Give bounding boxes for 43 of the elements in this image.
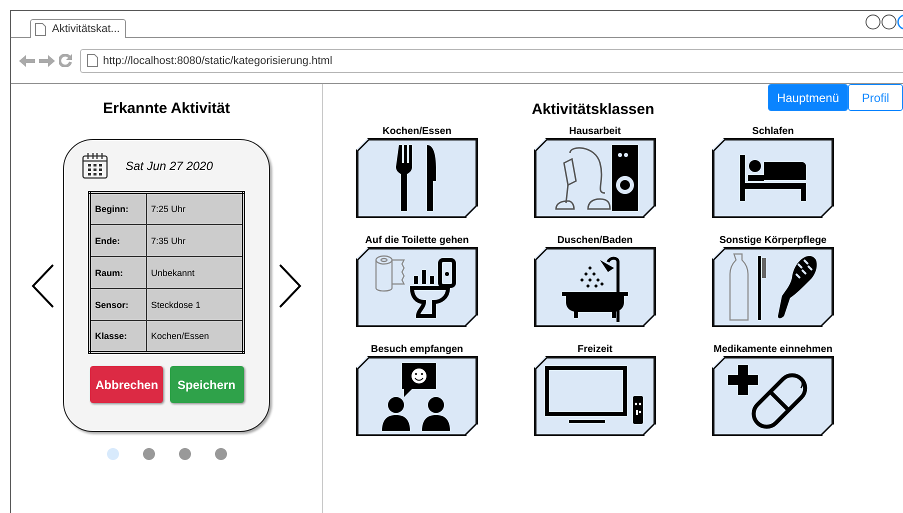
activity-class-tile[interactable] (534, 356, 656, 436)
activity-class-tile[interactable] (534, 247, 656, 327)
activity-class-label: Kochen/Essen (382, 126, 452, 138)
activity-class-tile[interactable] (534, 138, 656, 218)
activity-class-label: Duschen/Baden (557, 235, 633, 247)
save-button[interactable]: Speichern (170, 366, 244, 403)
activity-class-label: Medikamente einnehmen (714, 344, 832, 356)
page-icon (87, 54, 98, 67)
page-icon (35, 22, 46, 36)
panel-title: Erkannte Aktivität (103, 100, 230, 117)
panel-title: Aktivitätsklassen (530, 101, 656, 118)
activity-class-label: Schlafen (752, 126, 794, 138)
page-dot[interactable] (178, 448, 190, 460)
activity-class-tile[interactable] (356, 247, 478, 327)
address-bar[interactable]: http://localhost:8080/static/kategorisierung.html (80, 48, 903, 72)
activity-class-tile[interactable] (356, 138, 478, 218)
cancel-button[interactable]: Abbrechen (90, 366, 162, 403)
nav-button[interactable]: Profil (848, 84, 903, 111)
field-label: Raum: (90, 256, 146, 288)
activity-class-label: Auf die Toilette gehen (365, 235, 469, 247)
toothpaste-toothbrush-and-hairbrush-icon (728, 252, 818, 322)
activity-class-label: Freizeit (577, 344, 612, 356)
page-dot[interactable] (106, 448, 118, 460)
activity-class-tile[interactable] (712, 356, 834, 436)
browser-tab[interactable]: Aktivitätskat... (30, 19, 126, 38)
activity-class-tile[interactable] (712, 138, 834, 218)
television-with-remote-icon (545, 366, 645, 426)
activity-class-tile[interactable] (356, 356, 478, 436)
nav-button[interactable]: Hauptmenü (768, 84, 848, 111)
bed-icon (738, 153, 808, 203)
two-people-with-smiley-icon (382, 361, 452, 431)
activity-class-label: Sonstige Körperpflege (719, 235, 827, 247)
calendar-icon (82, 152, 108, 179)
page-dot[interactable] (142, 448, 154, 460)
field-label: Beginn: (90, 192, 146, 224)
activity-class-label: Hausarbeit (569, 126, 621, 138)
field-label: Sensor: (90, 288, 146, 320)
activity-class-tile[interactable] (712, 247, 834, 327)
activity-date: Sat Jun 27 2020 (126, 158, 213, 172)
window-controls-icon[interactable] (865, 14, 903, 30)
page-dot[interactable] (214, 448, 226, 460)
field-label: Ende: (90, 224, 146, 256)
activity-class-label: Besuch empfangen (370, 344, 464, 356)
